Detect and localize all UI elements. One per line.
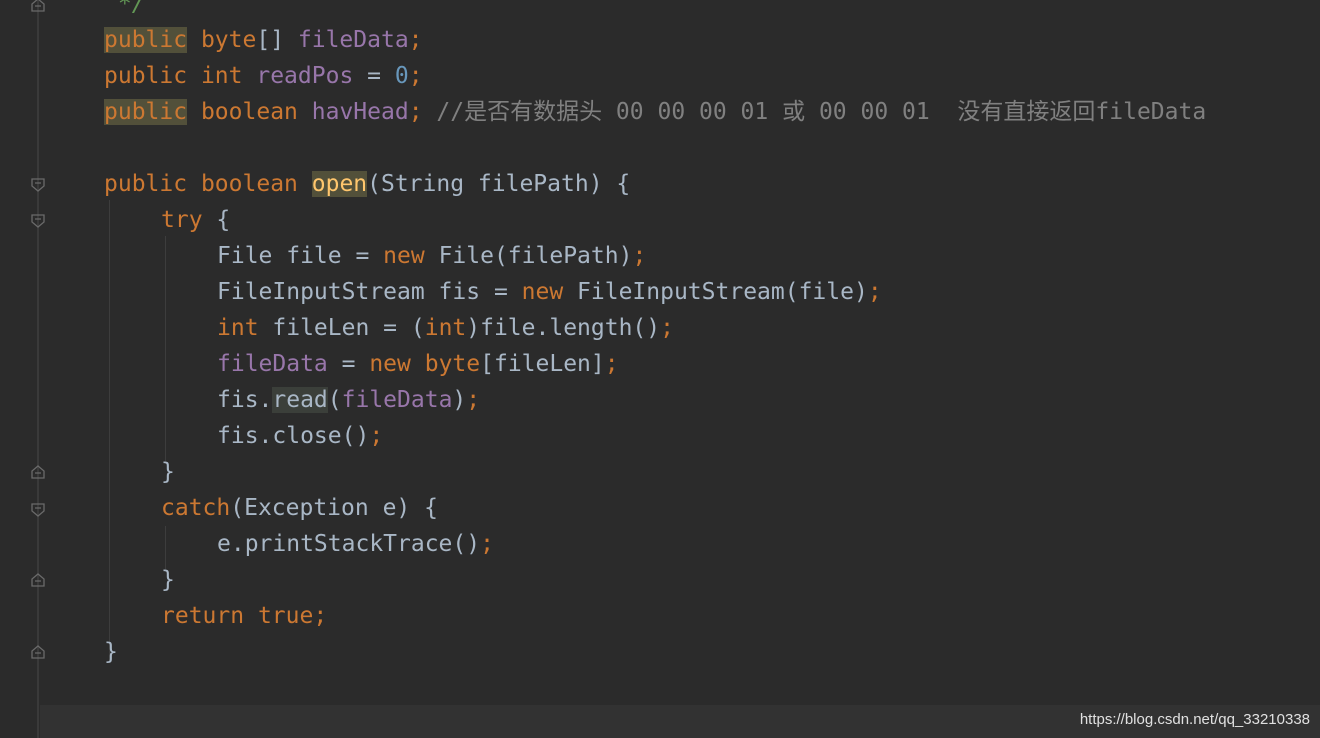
code-token: fileData (341, 387, 453, 413)
code-token: e.printStackTrace() (217, 531, 481, 557)
code-token: catch (161, 495, 231, 521)
code-token: fileLen = ( (258, 315, 425, 341)
code-line[interactable]: int fileLen = (int)file.length(); (217, 310, 674, 346)
code-line[interactable]: fis.close(); (217, 418, 383, 454)
code-token: int (217, 315, 259, 341)
code-line[interactable]: catch(Exception e) { (161, 490, 438, 526)
code-token: ) (452, 387, 467, 413)
code-token: ; (369, 423, 384, 449)
indent-guide (165, 236, 166, 464)
watermark: https://blog.csdn.net/qq_33210338 (1079, 711, 1310, 728)
code-token: ; (408, 99, 437, 125)
code-token: read (272, 387, 328, 413)
code-token: )file.length() (466, 315, 661, 341)
code-token: public (104, 63, 188, 89)
code-token: ( (327, 387, 342, 413)
code-token: ; (408, 63, 423, 89)
code-token: true (257, 603, 314, 629)
code-token: boolean (200, 99, 298, 125)
code-token: public (104, 27, 188, 53)
code-token: new (383, 243, 425, 269)
code-token: fileData (217, 351, 328, 377)
editor-gutter (37, 0, 39, 738)
code-token: File(filePath) (424, 243, 633, 269)
code-token: = (327, 351, 370, 377)
code-line[interactable]: } (161, 562, 175, 598)
code-line[interactable]: public byte[] fileData; (104, 22, 423, 58)
fold-start-icon[interactable] (31, 214, 45, 228)
code-editor[interactable]: */public byte[] fileData; public int read… (0, 0, 1320, 738)
code-token: ; (313, 603, 328, 629)
code-token: (Exception e) { (230, 495, 438, 521)
code-token: ; (632, 243, 647, 269)
code-token: open (311, 171, 368, 197)
code-token: readPos (256, 63, 354, 89)
fold-end-icon[interactable] (31, 465, 45, 479)
code-token: } (104, 639, 118, 665)
code-line[interactable]: fileData = new byte[fileLen]; (217, 346, 619, 382)
code-token: //是否有数据头 00 00 00 01 或 00 00 01 没有直接返回fi… (436, 99, 1207, 125)
fold-end-icon[interactable] (31, 573, 45, 587)
code-line[interactable]: FileInputStream fis = new FileInputStrea… (217, 274, 882, 310)
code-line[interactable]: try { (161, 202, 230, 238)
code-token: ; (408, 27, 423, 53)
code-token: ; (604, 351, 619, 377)
code-token: public (104, 171, 188, 197)
code-line[interactable]: public boolean havHead; //是否有数据头 00 00 0… (104, 94, 1206, 130)
code-token: */ (104, 0, 146, 17)
code-line[interactable]: public int readPos = 0; (104, 58, 423, 94)
code-line[interactable]: } (161, 454, 175, 490)
code-token: new (369, 351, 411, 377)
code-line[interactable]: public boolean open(String filePath) { (104, 166, 630, 202)
code-token: [fileLen] (480, 351, 605, 377)
code-token: return (161, 603, 245, 629)
code-token: FileInputStream fis = (217, 279, 522, 305)
code-token: ; (480, 531, 494, 557)
code-line[interactable]: } (104, 634, 118, 670)
code-token: } (161, 459, 175, 485)
code-token: ; (867, 279, 882, 305)
code-token: int (200, 63, 243, 89)
fold-end-icon[interactable] (31, 645, 45, 659)
code-token: File file = (217, 243, 384, 269)
code-token: boolean (200, 171, 298, 197)
fold-end-icon[interactable] (31, 0, 45, 12)
code-token: public (104, 99, 188, 125)
code-token: 0 (394, 63, 409, 89)
code-token: byte (200, 27, 257, 53)
code-token: FileInputStream(file) (563, 279, 868, 305)
code-line[interactable]: File file = new File(filePath); (217, 238, 646, 274)
code-token: [] (256, 27, 298, 53)
code-token: ; (466, 387, 481, 413)
code-token: = (353, 63, 395, 89)
code-token: } (161, 567, 175, 593)
code-token: new (521, 279, 564, 305)
code-line[interactable]: fis.read(fileData); (217, 382, 480, 418)
code-line[interactable]: e.printStackTrace(); (217, 526, 494, 562)
fold-start-icon[interactable] (31, 503, 45, 517)
code-token: fis.close() (217, 423, 370, 449)
code-token: int (424, 315, 467, 341)
code-token: fis. (217, 387, 273, 413)
code-line[interactable]: return true; (161, 598, 327, 634)
code-token: (String filePath) { (367, 171, 631, 197)
code-token: byte (424, 351, 481, 377)
code-token: ; (660, 315, 674, 341)
indent-guide (109, 200, 110, 660)
code-token: havHead (311, 99, 409, 125)
code-token: fileData (297, 27, 409, 53)
code-token: try (161, 207, 203, 233)
fold-start-icon[interactable] (31, 178, 45, 192)
code-line[interactable]: */ (104, 0, 146, 22)
code-token: { (202, 207, 231, 233)
